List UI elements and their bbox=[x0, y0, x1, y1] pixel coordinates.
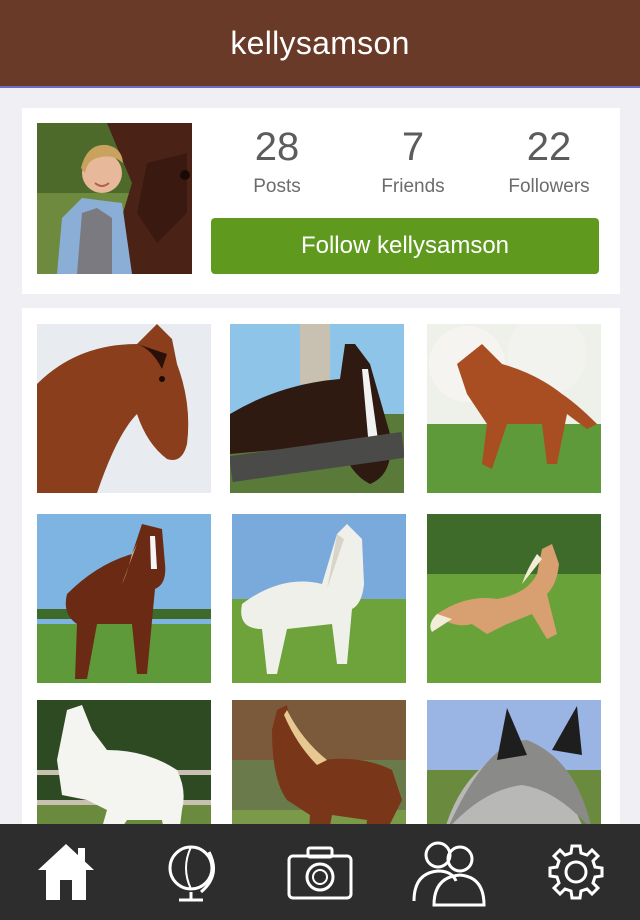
friends-icon bbox=[412, 841, 486, 907]
follow-button[interactable]: Follow kellysamson bbox=[211, 218, 599, 274]
photo-tile-2[interactable] bbox=[230, 324, 404, 493]
avatar[interactable] bbox=[37, 123, 192, 274]
friends-count: 7 bbox=[401, 125, 425, 169]
posts-label: Posts bbox=[253, 176, 301, 197]
friends-label: Friends bbox=[381, 176, 445, 197]
tab-friends[interactable] bbox=[400, 836, 496, 908]
photo-tile-9[interactable] bbox=[427, 700, 601, 824]
posts-stat[interactable]: 28 Posts bbox=[212, 124, 342, 198]
profile-card: 28 Posts 7 Friends 22 Followers Follow k… bbox=[22, 108, 620, 294]
page-title: kellysamson bbox=[230, 24, 410, 61]
tab-camera[interactable] bbox=[272, 836, 368, 908]
photo-tile-7[interactable] bbox=[37, 700, 211, 824]
profile-stats: 28 Posts 7 Friends 22 Followers bbox=[212, 124, 602, 204]
nav-header: kellysamson bbox=[0, 0, 640, 88]
home-icon bbox=[38, 844, 94, 900]
camera-icon bbox=[287, 846, 353, 900]
followers-stat[interactable]: 22 Followers bbox=[484, 124, 614, 198]
tab-home[interactable] bbox=[18, 836, 114, 908]
globe-icon bbox=[168, 845, 215, 902]
photo-tile-3[interactable] bbox=[427, 324, 601, 493]
tab-explore[interactable] bbox=[145, 836, 241, 908]
tab-settings[interactable] bbox=[528, 836, 624, 908]
photo-tile-8[interactable] bbox=[232, 700, 406, 824]
followers-count: 22 bbox=[526, 125, 572, 169]
photo-tile-6[interactable] bbox=[427, 514, 601, 683]
posts-count: 28 bbox=[254, 125, 300, 169]
gear-icon bbox=[548, 844, 604, 900]
tab-bar bbox=[0, 824, 640, 920]
photo-tile-5[interactable] bbox=[232, 514, 406, 683]
friends-stat[interactable]: 7 Friends bbox=[348, 124, 478, 198]
photo-grid bbox=[22, 308, 620, 824]
followers-label: Followers bbox=[508, 176, 590, 197]
photo-tile-4[interactable] bbox=[37, 514, 211, 683]
photo-tile-1[interactable] bbox=[37, 324, 211, 493]
